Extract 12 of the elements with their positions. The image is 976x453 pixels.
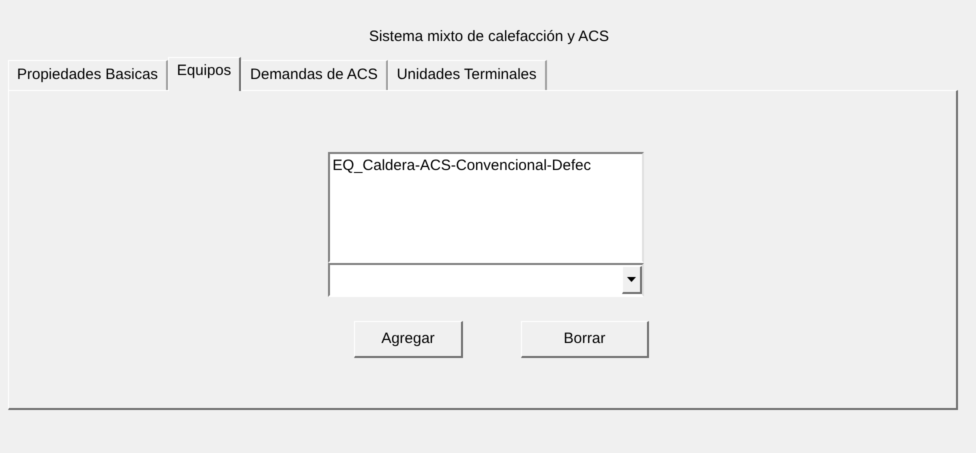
equipment-list[interactable]: EQ_Caldera-ACS-Convencional-Defec (328, 152, 644, 263)
list-item[interactable]: EQ_Caldera-ACS-Convencional-Defec (332, 155, 638, 178)
tab[interactable]: Unidades Terminales (388, 60, 547, 90)
tab[interactable]: Propiedades Basicas (8, 60, 168, 90)
tab[interactable]: Equipos (168, 57, 242, 91)
tab[interactable]: Demandas de ACS (241, 60, 388, 90)
dropdown-field[interactable] (328, 263, 644, 297)
action-button[interactable]: Agregar (354, 321, 463, 358)
action-button[interactable]: Borrar (521, 321, 649, 358)
dropdown-button[interactable] (622, 266, 642, 294)
caret-icon (626, 277, 636, 282)
window-title: Sistema mixto de calefacción y ACS (368, 26, 610, 46)
